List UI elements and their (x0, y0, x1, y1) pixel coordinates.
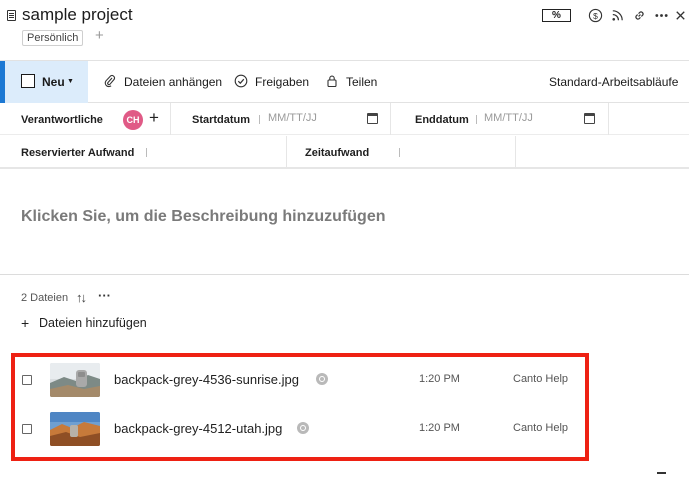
checkbox-icon (21, 74, 35, 88)
rss-icon[interactable] (609, 8, 625, 24)
start-date-label: Startdatum (192, 114, 251, 126)
time-effort-field[interactable]: Zeitaufwand (287, 136, 515, 168)
section-divider (0, 274, 689, 275)
divider (476, 115, 477, 124)
file-thumbnail[interactable] (50, 412, 100, 446)
file-row[interactable]: backpack-grey-4536-sunrise.jpg 1:20 PM C… (15, 355, 585, 405)
divider (399, 148, 400, 157)
responsible-label: Verantwortliche (21, 114, 103, 126)
lock-icon (325, 74, 339, 88)
standard-workflows-button[interactable]: Standard-Arbeitsabläufe (549, 75, 678, 89)
link-icon[interactable] (631, 8, 647, 24)
divider (259, 115, 260, 124)
new-button[interactable]: Neu ▼ (0, 61, 88, 103)
end-date-label: Enddatum (415, 114, 469, 126)
time-effort-label: Zeitaufwand (305, 147, 370, 159)
file-time: 1:20 PM (419, 373, 460, 385)
end-date-input[interactable]: MM/TT/JJ (484, 112, 533, 124)
approvals-button[interactable]: Freigaben (255, 75, 309, 89)
file-checkbox[interactable] (22, 375, 32, 385)
calendar-icon[interactable] (584, 113, 595, 124)
share-button[interactable]: Teilen (346, 75, 377, 89)
canto-icon (316, 373, 328, 385)
window-actions: % $ (529, 6, 689, 26)
divider (146, 148, 147, 157)
plus-icon[interactable]: + (21, 315, 29, 331)
end-date-field[interactable]: Enddatum MM/TT/JJ (391, 103, 608, 135)
file-name[interactable]: backpack-grey-4536-sunrise.jpg (114, 372, 299, 387)
files-count: 2 Dateien (21, 292, 69, 304)
reserved-effort-field[interactable]: Reservierter Aufwand (0, 136, 286, 168)
file-thumbnail[interactable] (50, 363, 100, 397)
attach-files-button[interactable]: Dateien anhängen (124, 75, 222, 89)
file-source: Canto Help (513, 373, 569, 385)
file-name[interactable]: backpack-grey-4512-utah.jpg (114, 421, 282, 436)
page-title[interactable]: sample project (22, 5, 133, 25)
add-files-button[interactable]: Dateien hinzufügen (39, 316, 147, 330)
reserved-effort-label: Reservierter Aufwand (21, 147, 135, 159)
file-row[interactable]: backpack-grey-4512-utah.jpg 1:20 PM Cant… (15, 404, 585, 454)
scroll-indicator (657, 472, 666, 474)
document-icon (7, 10, 16, 21)
responsible-field[interactable]: Verantwortliche CH + (0, 103, 170, 135)
check-circle-icon (234, 74, 248, 88)
file-source: Canto Help (513, 422, 569, 434)
calendar-icon[interactable] (367, 113, 378, 124)
fields-row-effort: Reservierter Aufwand Zeitaufwand (0, 136, 689, 168)
more-icon[interactable] (653, 8, 669, 24)
canto-icon (297, 422, 309, 434)
description-placeholder[interactable]: Klicken Sie, um die Beschreibung hinzuzu… (21, 208, 386, 226)
avatar[interactable]: CH (123, 110, 143, 130)
new-button-label: Neu (42, 75, 65, 89)
sort-icon[interactable]: ↑↓ (76, 290, 87, 305)
percent-box-icon[interactable]: % (542, 9, 571, 22)
add-person-icon[interactable]: + (149, 109, 159, 127)
caret-down-icon: ▼ (67, 78, 74, 85)
fields-row-dates: Verantwortliche CH + Startdatum MM/TT/JJ… (0, 103, 689, 135)
divider (608, 103, 609, 135)
tag-badge[interactable]: Persönlich (22, 30, 84, 46)
divider (515, 136, 516, 168)
fields-panel: Verantwortliche CH + Startdatum MM/TT/JJ… (0, 103, 689, 169)
close-icon[interactable] (672, 8, 688, 24)
dollar-icon[interactable]: $ (587, 8, 603, 24)
svg-text:$: $ (593, 11, 598, 21)
start-date-field[interactable]: Startdatum MM/TT/JJ (171, 103, 390, 135)
paperclip-icon (103, 74, 117, 88)
start-date-input[interactable]: MM/TT/JJ (268, 112, 317, 124)
toolbar: Neu ▼ Dateien anhängen Freigaben Teilen … (0, 60, 689, 103)
files-more-icon[interactable]: ··· (98, 288, 111, 303)
add-tag-icon[interactable]: + (95, 28, 104, 44)
file-checkbox[interactable] (22, 424, 32, 434)
file-time: 1:20 PM (419, 422, 460, 434)
